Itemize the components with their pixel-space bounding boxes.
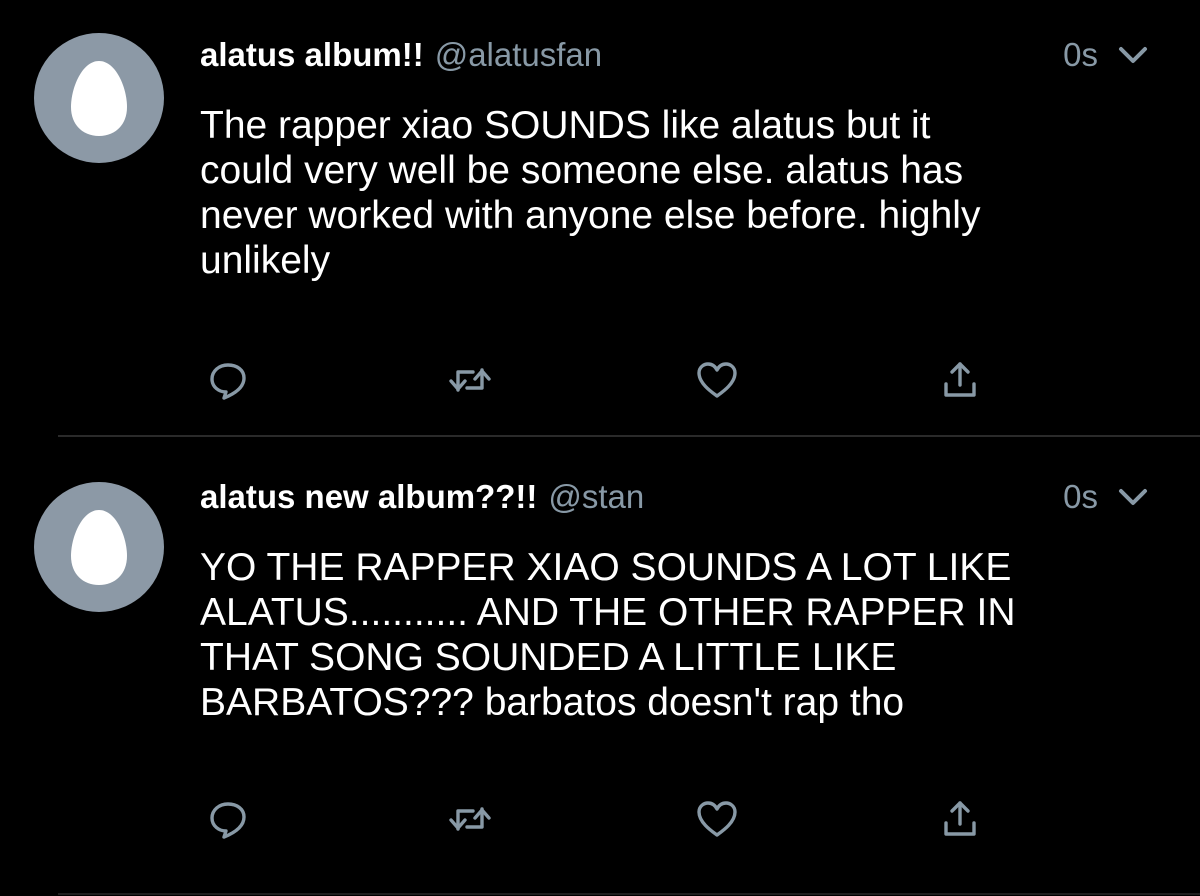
reply-icon — [210, 363, 246, 400]
user-handle[interactable]: @stan — [548, 478, 644, 516]
like-icon — [697, 801, 737, 837]
share-button[interactable] — [935, 355, 985, 405]
tweet-text-line: THAT SONG SOUNDED A LITTLE LIKE — [200, 636, 897, 679]
egg-icon — [71, 510, 127, 585]
timestamp: 0s — [1063, 478, 1098, 515]
tweet-text-line: BARBATOS??? barbatos doesn't rap tho — [200, 681, 905, 724]
retweet-icon — [449, 368, 491, 392]
display-name[interactable]: alatus album!! — [200, 36, 424, 74]
tweet-text-line: unlikely — [200, 239, 331, 282]
reply-button[interactable] — [203, 355, 253, 405]
share-icon — [944, 801, 976, 836]
reply-icon — [210, 802, 246, 839]
share-icon — [944, 362, 976, 397]
display-name[interactable]: alatus new album??!! — [200, 478, 537, 516]
retweet-icon — [449, 807, 491, 831]
tweet-header: alatus new album??!! @stan 0s — [200, 472, 1150, 522]
avatar[interactable] — [34, 33, 164, 163]
tweet-actions — [200, 794, 1000, 844]
chevron-down-icon[interactable] — [1116, 482, 1150, 512]
tweet-text-line: YO THE RAPPER XIAO SOUNDS A LOT LIKE — [200, 546, 1012, 589]
tweet[interactable]: alatus new album??!! @stan 0s YO THE RAP… — [0, 437, 1200, 896]
timestamp: 0s — [1063, 36, 1098, 73]
tweet[interactable]: alatus album!! @alatusfan 0s The rapper … — [0, 0, 1200, 436]
like-button[interactable] — [692, 794, 742, 844]
tweet-text-line: The rapper xiao SOUNDS like alatus but i… — [200, 104, 931, 147]
tweet-text: The rapper xiao SOUNDS like alatus but i… — [200, 103, 1180, 283]
retweet-button[interactable] — [445, 794, 495, 844]
retweet-button[interactable] — [445, 355, 495, 405]
tweet-actions — [200, 355, 1000, 405]
tweet-text: YO THE RAPPER XIAO SOUNDS A LOT LIKE ALA… — [200, 545, 1180, 725]
user-handle[interactable]: @alatusfan — [435, 36, 602, 74]
share-button[interactable] — [935, 794, 985, 844]
avatar[interactable] — [34, 482, 164, 612]
reply-button[interactable] — [203, 794, 253, 844]
tweet-text-line: could very well be someone else. alatus … — [200, 149, 964, 192]
tweet-divider — [58, 893, 1200, 895]
like-icon — [697, 362, 737, 398]
tweet-text-line: never worked with anyone else before. hi… — [200, 194, 981, 237]
egg-icon — [71, 61, 127, 136]
chevron-down-icon[interactable] — [1116, 40, 1150, 70]
like-button[interactable] — [692, 355, 742, 405]
tweet-header: alatus album!! @alatusfan 0s — [200, 30, 1150, 80]
tweet-text-line: ALATUS........... AND THE OTHER RAPPER I… — [200, 591, 1016, 634]
